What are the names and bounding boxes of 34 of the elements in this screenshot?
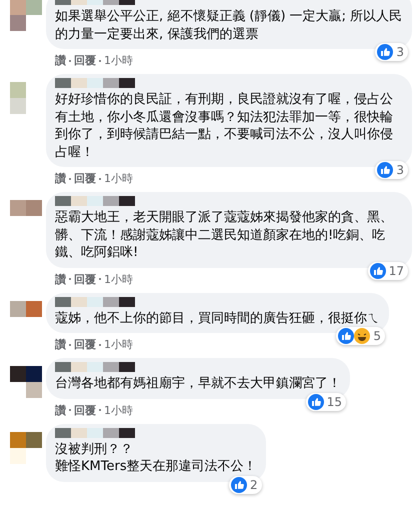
comment-text: 惡霸大地王，老天開眼了派了蔻蔻姊來揭發他家的貪、黑、髒、下流！感謝蔻姊讓中二選民知道顏家在地的!吃銅、吃鐵、吃阿鋁咪!: [55, 209, 394, 262]
action-link[interactable]: 回覆: [74, 402, 96, 418]
reaction-count: 15: [326, 394, 342, 408]
action-link[interactable]: 讚: [55, 171, 66, 186]
reaction-badge[interactable]: 17: [368, 262, 408, 280]
reaction-count: 3: [396, 45, 404, 59]
action-link[interactable]: 回覆: [74, 53, 96, 68]
action-link[interactable]: 回覆: [74, 171, 96, 186]
comment-text: 台灣各地都有媽祖廟宇，早就不去大甲鎮瀾宮了！: [55, 375, 341, 392]
comment-text: 沒被判刑？？: [55, 440, 134, 458]
action-link[interactable]: 回覆: [74, 272, 96, 286]
timestamp: 1小時: [104, 53, 133, 68]
reaction-count: 17: [388, 264, 404, 278]
reaction-badge[interactable]: 2: [228, 476, 262, 494]
action-link[interactable]: 讚: [55, 272, 66, 286]
reaction-badge[interactable]: 5: [336, 327, 385, 345]
reaction-count: 5: [373, 329, 381, 343]
action-link[interactable]: 讚: [55, 402, 66, 418]
action-link[interactable]: 讚: [55, 337, 66, 352]
timestamp: 1小時: [104, 402, 133, 418]
reaction-count: 3: [396, 163, 404, 177]
timestamp: 1小時: [104, 337, 133, 352]
action-link[interactable]: 讚: [55, 53, 66, 68]
reaction-badge[interactable]: 15: [306, 392, 346, 410]
comment-text: 蔻姊，他不上你的節目，買同時間的廣告狂砸，很挺你ㄟ: [55, 310, 380, 327]
timestamp: 1小時: [104, 171, 133, 186]
comment-text: 好好珍惜你的良民証，有刑期，良民證就沒有了喔，侵占公有土地，你小冬瓜還會沒事嗎？知法犯法罪加一等，很快輪到你了，到時候請巴結一點，不要喊司法不公，沒人叫你侵占喔！: [55, 91, 394, 161]
comment-text: 難怪KMTers整天在那違司法不公！: [55, 458, 257, 476]
reaction-count: 2: [250, 478, 258, 492]
action-link[interactable]: 回覆: [74, 337, 96, 352]
reaction-badge[interactable]: 3: [375, 161, 408, 179]
reaction-badge[interactable]: 3: [375, 43, 408, 61]
comment-text: 如果選舉公平公正, 絕不懷疑正義 (靜儀) 一定大贏; 所以人民的力量一定要出來, 保護我們的選票: [55, 8, 403, 43]
timestamp: 1小時: [104, 272, 133, 286]
